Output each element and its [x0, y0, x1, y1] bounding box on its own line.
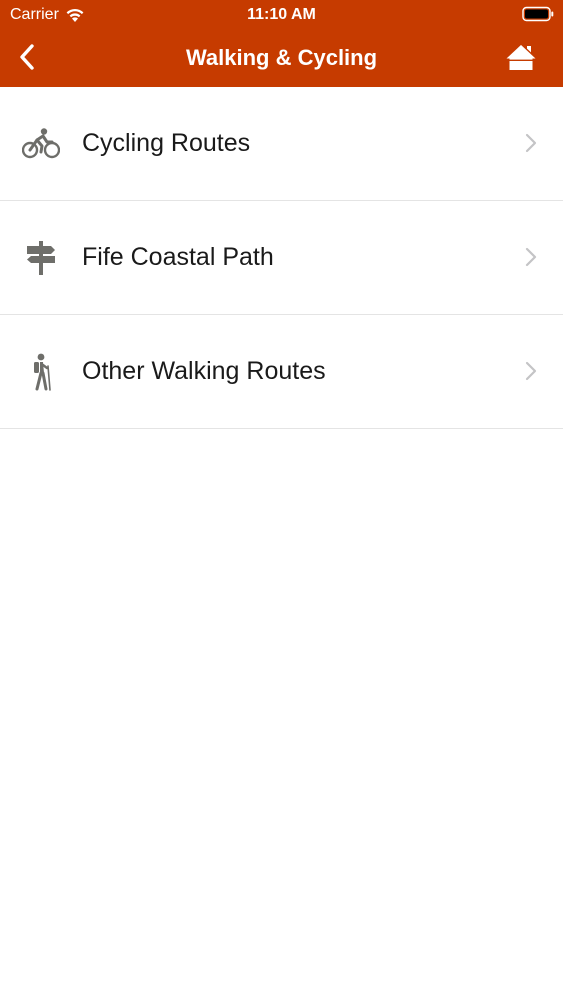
cyclist-icon [22, 125, 60, 163]
list-item-label: Cycling Routes [82, 129, 251, 157]
chevron-right-icon [525, 247, 537, 267]
list-item-label: Other Walking Routes [82, 357, 326, 385]
list-item-label: Fife Coastal Path [82, 243, 274, 271]
hiker-icon [22, 353, 60, 391]
navigation-bar: Walking & Cycling [0, 30, 563, 87]
home-button[interactable] [503, 41, 539, 73]
menu-list: Cycling Routes Fife Coastal Path Other W… [0, 87, 563, 429]
page-title: Walking & Cycling [185, 45, 378, 70]
status-time: 11:10 AM [247, 6, 316, 23]
list-item-fife-coastal-path[interactable]: Fife Coastal Path [0, 201, 563, 315]
list-item-other-walking-routes[interactable]: Other Walking Routes [0, 315, 563, 429]
app-header: Carrier 11:10 AM Walking & Cycling [0, 0, 563, 87]
status-bar: Carrier 11:10 AM [0, 0, 563, 30]
home-icon [505, 43, 537, 70]
list-item-cycling-routes[interactable]: Cycling Routes [0, 87, 563, 201]
battery-icon [522, 6, 554, 22]
chevron-right-icon [525, 133, 537, 153]
signpost-icon [22, 239, 60, 277]
chevron-right-icon [525, 361, 537, 381]
